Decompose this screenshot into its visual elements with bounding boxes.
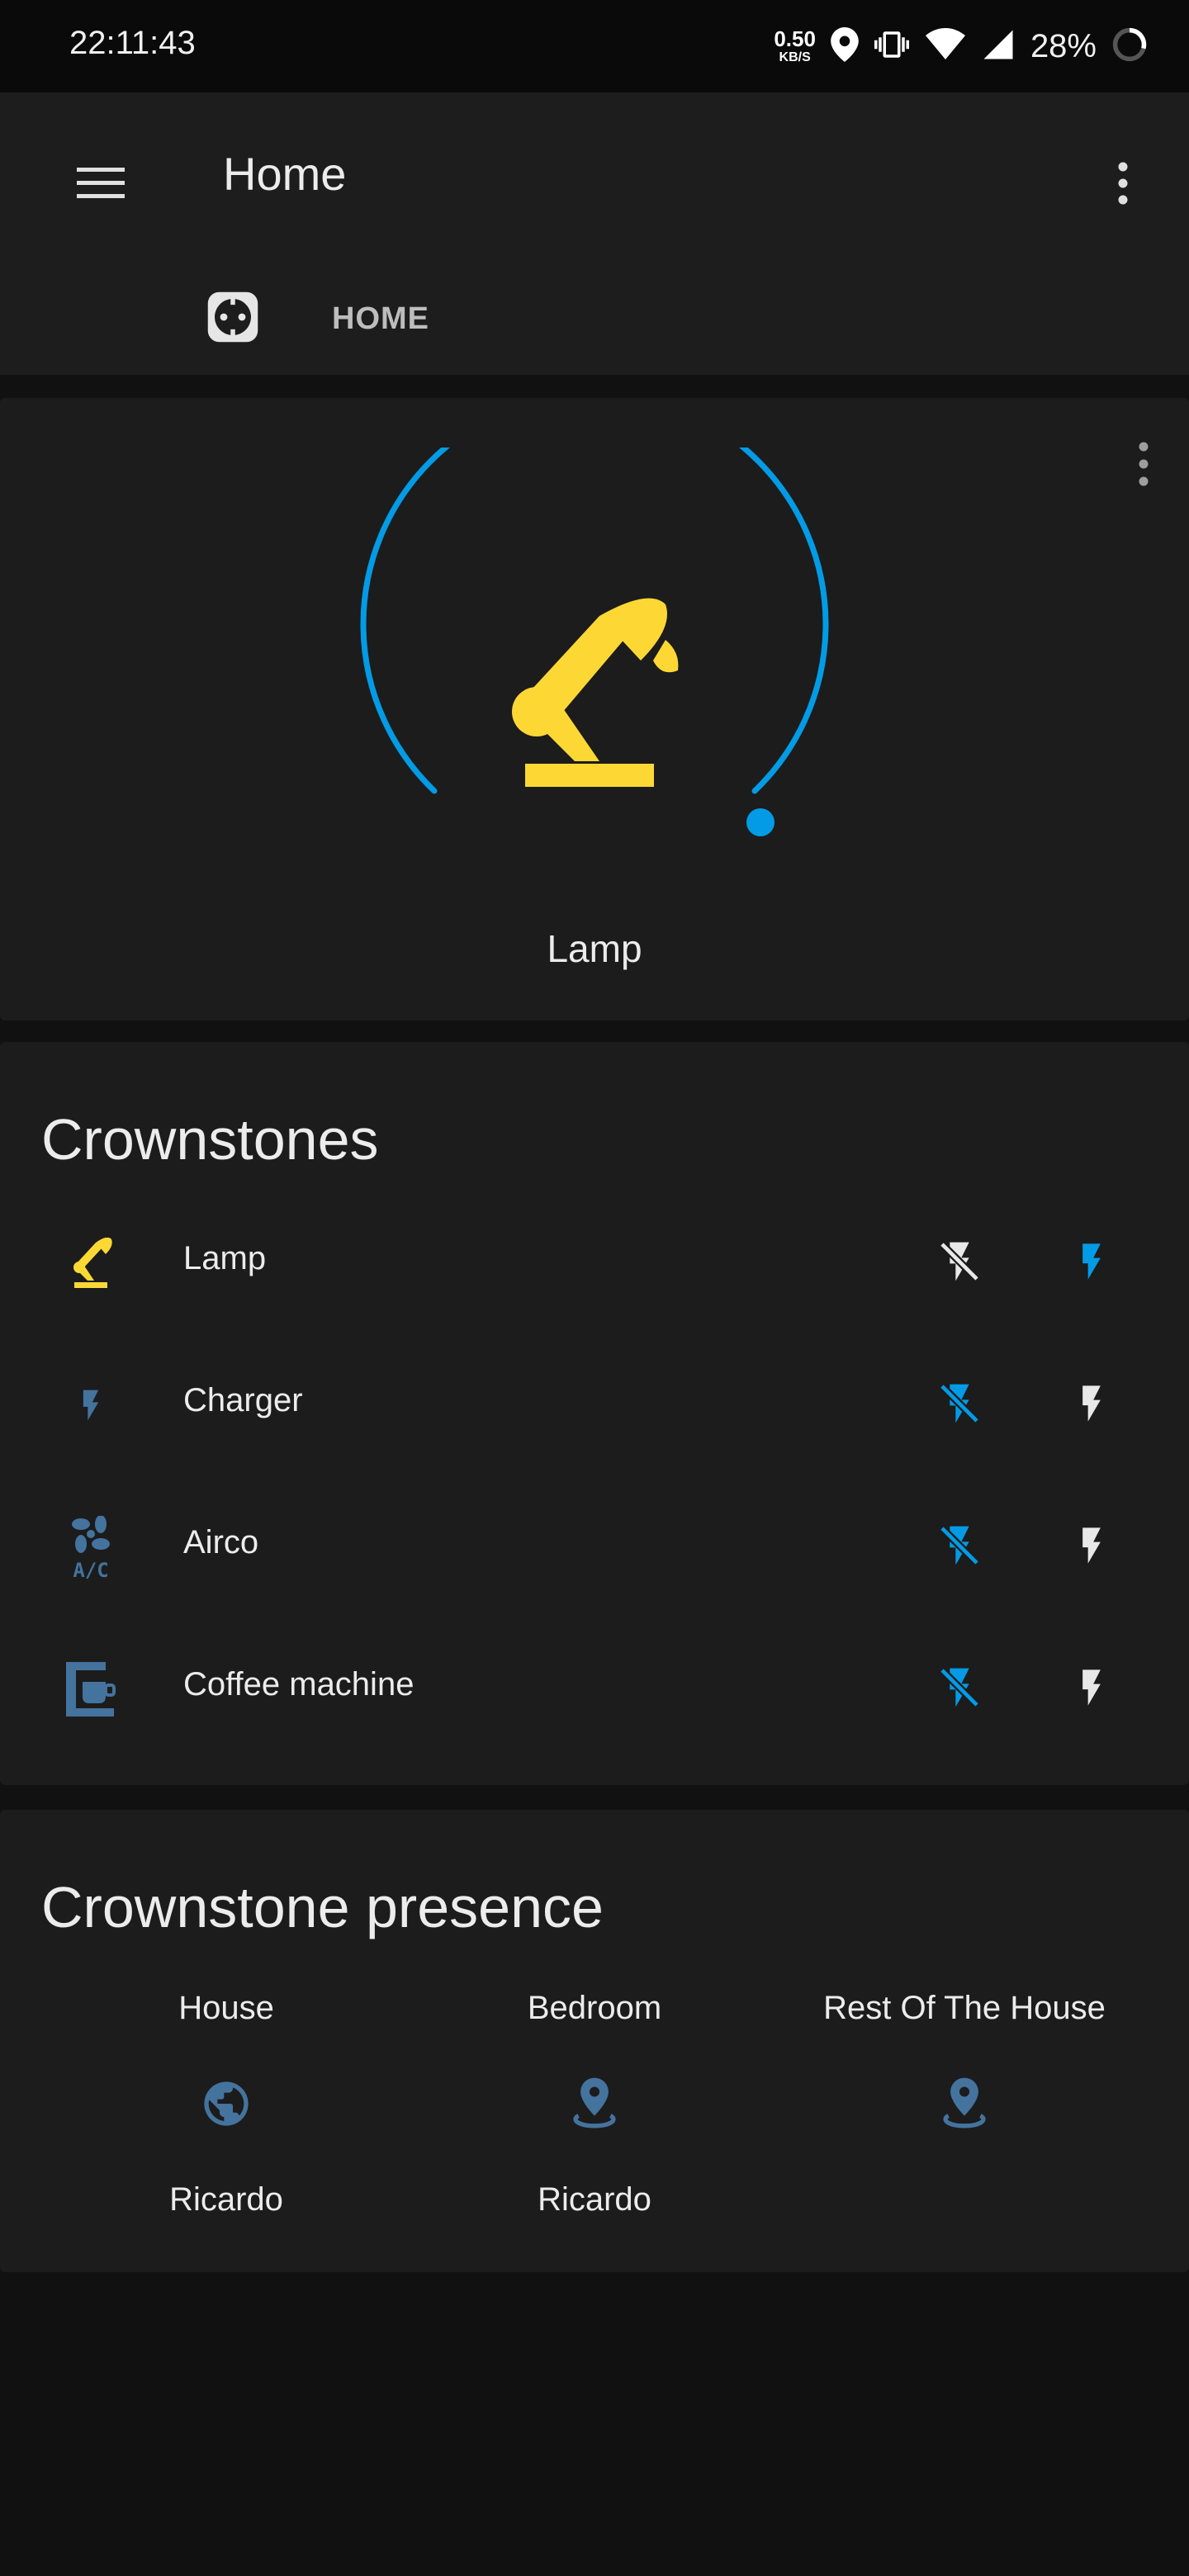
gauge-label: Lamp [547, 927, 642, 970]
flash-icon [1070, 1234, 1113, 1293]
tab-power-socket[interactable] [172, 266, 294, 372]
status-time: 22:11:43 [69, 25, 196, 61]
gauge-handle [746, 808, 775, 836]
desk-lamp-icon [512, 598, 679, 787]
earth-icon [193, 2071, 259, 2137]
crownstones-card: Crownstones Lamp Charger A/C Airco Coffe… [0, 1042, 1189, 1785]
more-vert-icon[interactable] [1090, 150, 1156, 216]
entity-row-coffee-machine: Coffee machine [0, 1617, 1189, 1759]
area-name: House [178, 1990, 274, 2026]
svg-text:A/C: A/C [73, 1559, 108, 1579]
turn-off-button[interactable] [925, 1371, 994, 1440]
brightness-gauge[interactable] [347, 390, 842, 910]
flash-icon [1070, 1518, 1113, 1577]
turn-on-button[interactable] [1057, 1371, 1126, 1440]
tab-bar: HOME [0, 266, 1189, 466]
signal-icon [981, 27, 1016, 66]
gauge-arc [360, 390, 829, 794]
turn-off-button[interactable] [925, 1229, 994, 1298]
net-speed: 0.50 KB/S [774, 28, 816, 64]
flash-icon [1070, 1660, 1113, 1719]
air-conditioner-icon[interactable]: A/C [58, 1514, 124, 1580]
hamburger-menu-icon[interactable] [68, 150, 134, 216]
location-icon [831, 26, 859, 66]
status-icons: 0.50 KB/S 28% [774, 21, 1148, 71]
desk-lamp-icon[interactable] [58, 1230, 124, 1296]
battery-percent: 28% [1030, 27, 1097, 64]
coffee-maker-icon[interactable] [58, 1656, 124, 1722]
page-title: Home [223, 148, 347, 200]
entity-name[interactable]: Charger [183, 1382, 303, 1419]
turn-off-button[interactable] [925, 1655, 994, 1724]
power-socket-icon [206, 290, 260, 348]
entity-name[interactable]: Airco [183, 1524, 258, 1561]
turn-off-button[interactable] [925, 1513, 994, 1582]
map-marker-icon [931, 2071, 997, 2137]
flash-off-icon [936, 1237, 983, 1290]
entity-row-lamp: Lamp [0, 1191, 1189, 1333]
tab-home[interactable]: HOME [332, 266, 429, 372]
card-more-icon[interactable] [1123, 431, 1164, 497]
flash-icon[interactable] [58, 1372, 124, 1438]
entity-row-airco: A/C Airco [0, 1475, 1189, 1617]
person-name: Ricardo [538, 2181, 651, 2218]
net-speed-value: 0.50 [774, 26, 816, 51]
battery-icon [1111, 26, 1148, 67]
net-speed-unit: KB/S [779, 50, 811, 64]
card-title: Crownstone presence [41, 1875, 604, 1939]
lamp-gauge-card: Lamp [0, 390, 1189, 1020]
entity-row-charger: Charger [0, 1333, 1189, 1475]
flash-icon [1070, 1376, 1113, 1435]
turn-on-button[interactable] [1057, 1655, 1126, 1724]
flash-off-icon [936, 1521, 983, 1574]
vibrate-icon [874, 27, 910, 66]
app-bar: Home HOME [0, 92, 1189, 466]
area-name: Bedroom [527, 1990, 662, 2026]
card-title: Crownstones [41, 1107, 379, 1172]
crownstone-presence-card: Crownstone presence House Ricardo Bedroo… [0, 1810, 1189, 2272]
map-marker-icon [561, 2071, 628, 2137]
person-name: Ricardo [169, 2181, 283, 2218]
entity-name[interactable]: Lamp [183, 1240, 266, 1277]
entity-name[interactable]: Coffee machine [183, 1666, 414, 1703]
turn-on-button[interactable] [1057, 1229, 1126, 1298]
status-bar: 22:11:43 0.50 KB/S 28% [0, 0, 1189, 92]
turn-on-button[interactable] [1057, 1513, 1126, 1582]
flash-off-icon [936, 1663, 983, 1717]
wifi-icon [925, 27, 966, 65]
area-name: Rest Of The House [823, 1990, 1106, 2026]
flash-off-icon [936, 1379, 983, 1432]
